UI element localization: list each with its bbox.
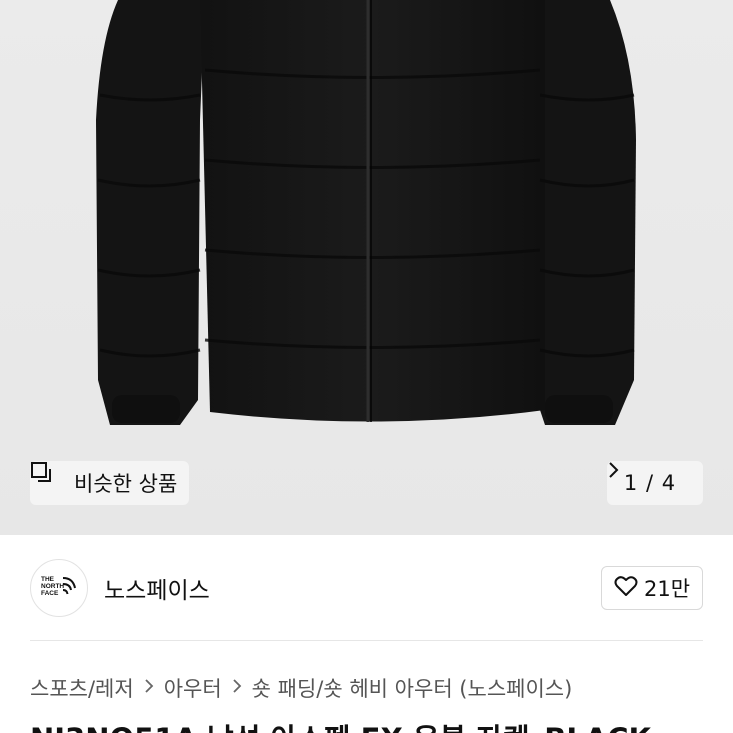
product-image[interactable]: 비슷한 상품 1 / 4 <box>0 0 733 535</box>
product-title: NJ3NQ51A 남성 아스펜 EX 온볼 자켓_BLACK <box>30 716 651 733</box>
chevron-right-icon <box>232 678 242 699</box>
brand-row: THE NORTH FACE 노스페이스 21만 <box>0 535 733 641</box>
image-pager[interactable]: 1 / 4 <box>607 461 703 505</box>
breadcrumb-item-outer[interactable]: 아우터 <box>164 673 222 703</box>
breadcrumb-item-sports[interactable]: 스포츠/레저 <box>30 673 134 703</box>
breadcrumb: 스포츠/레저 아우터 숏 패딩/숏 헤비 아우터 (노스페이스) <box>30 672 572 704</box>
like-button[interactable]: 21만 <box>601 566 703 610</box>
svg-text:NORTH: NORTH <box>41 583 64 590</box>
divider <box>30 640 703 641</box>
heart-outline-icon <box>614 575 638 602</box>
jacket-photo <box>96 0 636 425</box>
pager-text: 1 / 4 <box>623 471 677 495</box>
like-count: 21만 <box>643 577 691 601</box>
similar-icon <box>31 462 66 494</box>
svg-text:FACE: FACE <box>41 590 59 597</box>
svg-text:THE: THE <box>41 576 55 583</box>
brand-name[interactable]: 노스페이스 <box>104 571 210 605</box>
brand-logo[interactable]: THE NORTH FACE <box>30 559 88 617</box>
chevron-right-icon <box>144 678 154 699</box>
similar-products-label: 비슷한 상품 <box>74 472 178 496</box>
breadcrumb-item-short-padding[interactable]: 숏 패딩/숏 헤비 아우터 (노스페이스) <box>252 673 573 703</box>
product-detail-page: 비슷한 상품 1 / 4 THE NORTH FACE 노스페이스 21만 스포… <box>0 0 733 733</box>
similar-products-button[interactable]: 비슷한 상품 <box>30 461 190 505</box>
north-face-logo-icon: THE NORTH FACE <box>39 574 79 602</box>
